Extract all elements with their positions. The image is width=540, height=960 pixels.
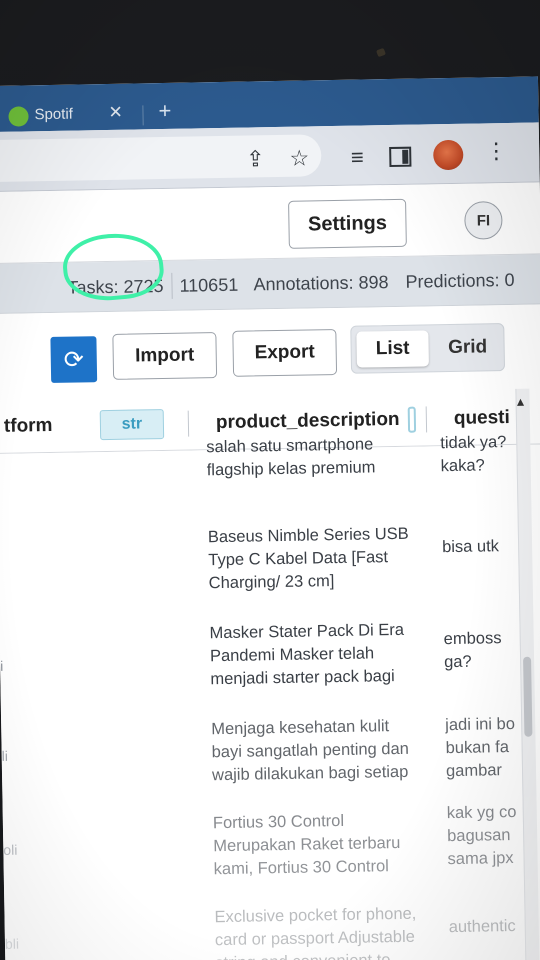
new-tab-icon[interactable]: + bbox=[158, 98, 171, 123]
column-product-description[interactable]: product_description bbox=[216, 409, 400, 434]
table-body: salah satu smartphone flagship kelas pre… bbox=[0, 433, 540, 960]
submitted-count: 110651 bbox=[179, 274, 239, 296]
question-cell: jadi ini bo bukan fa gambar bbox=[445, 713, 522, 783]
table-row[interactable]: Baseus Nimble Series USB Type C Kabel Da… bbox=[0, 520, 540, 592]
question-line: authentic bbox=[448, 916, 516, 937]
description-cell: Fortius 30 Control Merupakan Raket terba… bbox=[213, 809, 424, 882]
description-cell: salah satu smartphone flagship kelas pre… bbox=[206, 433, 417, 483]
settings-button[interactable]: Settings bbox=[288, 198, 407, 249]
playlist-icon[interactable]: ≡ bbox=[345, 144, 369, 169]
question-cell: bisa utk bbox=[442, 535, 518, 559]
description-cell: Baseus Nimble Series USB Type C Kabel Da… bbox=[208, 523, 419, 596]
column-question[interactable]: questi bbox=[454, 407, 510, 430]
scroll-up-arrow-icon[interactable]: ▲ bbox=[514, 395, 526, 409]
question-cell: tidak ya? kaka? bbox=[440, 431, 517, 478]
description-line: flagship kelas premium bbox=[206, 458, 376, 480]
stats-divider bbox=[171, 272, 173, 299]
share-icon[interactable]: ⇪ bbox=[243, 146, 267, 171]
platform-cell: li bbox=[1, 747, 9, 764]
question-line: gambar bbox=[445, 761, 503, 781]
description-line: menjadi starter pack bagi bbox=[210, 667, 395, 689]
annotations-count: Annotations: 898 bbox=[253, 272, 389, 295]
side-panel-icon[interactable] bbox=[389, 146, 412, 168]
tab-title: Spotif bbox=[34, 105, 74, 124]
question-line: sama jpx bbox=[447, 848, 514, 869]
question-line: emboss bbox=[443, 629, 502, 649]
platform-cell: bli bbox=[4, 935, 20, 952]
description-line: wajib dilakukan bagi setiap bbox=[211, 762, 409, 785]
question-line: tidak ya? bbox=[440, 433, 507, 453]
predictions-count: Predictions: 0 bbox=[405, 269, 515, 292]
profile-avatar[interactable] bbox=[433, 139, 464, 171]
column-type-badge-partial bbox=[407, 406, 417, 433]
question-line: kaka? bbox=[440, 456, 485, 476]
question-line: jadi ini bo bbox=[445, 714, 516, 735]
question-line: bagusan bbox=[447, 826, 511, 846]
view-grid-button[interactable]: Grid bbox=[433, 329, 502, 366]
description-cell: Menjaga kesehatan kulit bayi sangatlah p… bbox=[211, 715, 422, 788]
description-line: card or passport Adjustable bbox=[214, 927, 416, 950]
address-bar[interactable] bbox=[0, 134, 322, 182]
view-toggle: List Grid bbox=[350, 323, 506, 374]
browser-tab[interactable]: Spotif ✕ bbox=[8, 96, 129, 132]
refresh-icon: ⟳ bbox=[63, 345, 85, 374]
tab-separator bbox=[142, 105, 144, 126]
view-list-button[interactable]: List bbox=[356, 330, 429, 368]
browser-window: Spotif ✕ + ⇪ ☆ ≡ ⋮ Settings FI Tasks: 27… bbox=[0, 76, 540, 960]
star-icon[interactable]: ☆ bbox=[287, 145, 311, 170]
browser-toolbar: ⇪ ☆ ≡ ⋮ bbox=[0, 122, 540, 192]
description-line: kami, Fortius 30 Control bbox=[213, 857, 389, 879]
column-platform[interactable]: tform bbox=[4, 415, 53, 438]
column-divider[interactable] bbox=[187, 410, 190, 437]
table-row[interactable]: oli Fortius 30 Control Merupakan Raket t… bbox=[3, 803, 540, 878]
action-row: ⟳ Import Export List Grid bbox=[0, 304, 540, 398]
description-cell: Exclusive pocket for phone, card or pass… bbox=[214, 903, 425, 960]
question-line: kak yg co bbox=[446, 802, 517, 823]
device-bezel: Spotif ✕ + ⇪ ☆ ≡ ⋮ Settings FI Tasks: 27… bbox=[0, 0, 540, 960]
description-line: Charging/ 23 cm] bbox=[208, 572, 335, 593]
bezel-dot bbox=[376, 47, 386, 58]
export-button[interactable]: Export bbox=[232, 328, 338, 377]
question-line: ga? bbox=[443, 652, 472, 672]
user-avatar[interactable]: FI bbox=[464, 201, 503, 240]
kebab-menu-icon[interactable]: ⋮ bbox=[485, 138, 507, 163]
column-divider[interactable] bbox=[425, 406, 428, 433]
question-line: bisa utk bbox=[441, 537, 500, 557]
description-line: Type C Kabel Data [Fast bbox=[208, 548, 389, 570]
question-line: bukan fa bbox=[445, 738, 510, 758]
description-cell: Masker Stater Pack Di Era Pandemi Masker… bbox=[209, 619, 420, 692]
table-row[interactable]: li Menjaga kesehatan kulit bayi sangatla… bbox=[1, 712, 540, 784]
tab-close-icon[interactable]: ✕ bbox=[108, 103, 123, 123]
question-cell: authentic bbox=[449, 915, 525, 939]
scrollbar-thumb[interactable] bbox=[523, 656, 533, 737]
column-type-badge: str bbox=[99, 409, 165, 441]
spotify-favicon-icon bbox=[8, 106, 29, 127]
table-row[interactable]: i Masker Stater Pack Di Era Pandemi Mask… bbox=[0, 616, 540, 688]
question-cell: emboss ga? bbox=[444, 627, 521, 674]
refresh-button[interactable]: ⟳ bbox=[50, 336, 98, 383]
table-row[interactable]: bli Exclusive pocket for phone, card or … bbox=[4, 900, 540, 960]
question-cell: kak yg co bagusan sama jpx bbox=[447, 801, 524, 871]
platform-cell: i bbox=[0, 657, 4, 674]
description-line: Merupakan Raket terbaru bbox=[213, 833, 401, 856]
platform-cell: oli bbox=[3, 841, 18, 858]
description-line: Masker Stater Pack Di Era bbox=[209, 620, 405, 643]
import-button[interactable]: Import bbox=[112, 332, 218, 380]
